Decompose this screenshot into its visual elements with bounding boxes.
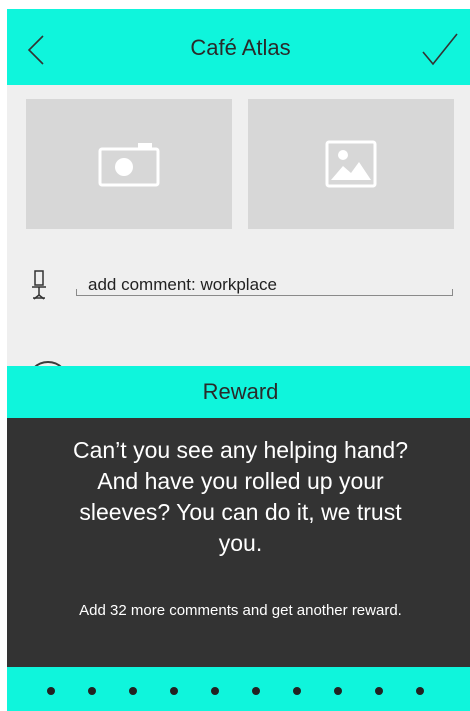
checkmark-icon: [422, 33, 458, 66]
pagination-dot[interactable]: [88, 687, 96, 695]
reward-title: Reward: [202, 379, 279, 404]
choose-image-button[interactable]: [248, 99, 454, 229]
reward-body: Can’t you see any helping hand? And have…: [7, 418, 470, 667]
input-tick-right: [452, 289, 453, 296]
page-title: Café Atlas: [190, 35, 291, 60]
camera-icon: [98, 143, 160, 187]
pagination-dot[interactable]: [211, 687, 219, 695]
reward-header: Reward: [7, 366, 470, 418]
app-frame: Café Atlas add comment: workplace Reward…: [7, 9, 470, 711]
comment-input-value: add comment: workplace: [88, 275, 277, 294]
pagination-dot[interactable]: [170, 687, 178, 695]
pagination-dot[interactable]: [252, 687, 260, 695]
pagination-dot[interactable]: [334, 687, 342, 695]
header-bar: Café Atlas: [7, 9, 470, 85]
comment-row: add comment: workplace: [7, 264, 470, 314]
image-icon: [325, 140, 377, 188]
reward-message: Can’t you see any helping hand? And have…: [72, 437, 409, 556]
input-underline: [76, 295, 453, 296]
pagination-dots: [7, 667, 470, 711]
take-photo-button[interactable]: [26, 99, 232, 229]
pagination-dot[interactable]: [375, 687, 383, 695]
reward-dialog: Reward Can’t you see any helping hand? A…: [7, 366, 470, 711]
input-tick-left: [76, 289, 77, 296]
reward-subtext: Add 32 more comments and get another rew…: [79, 602, 402, 619]
pagination-dot[interactable]: [293, 687, 301, 695]
comment-input[interactable]: add comment: workplace: [76, 269, 453, 296]
confirm-button[interactable]: [420, 31, 460, 67]
pagination-dot[interactable]: [416, 687, 424, 695]
office-chair-icon: [32, 270, 46, 300]
pagination-dot[interactable]: [129, 687, 137, 695]
pagination-dot[interactable]: [47, 687, 55, 695]
